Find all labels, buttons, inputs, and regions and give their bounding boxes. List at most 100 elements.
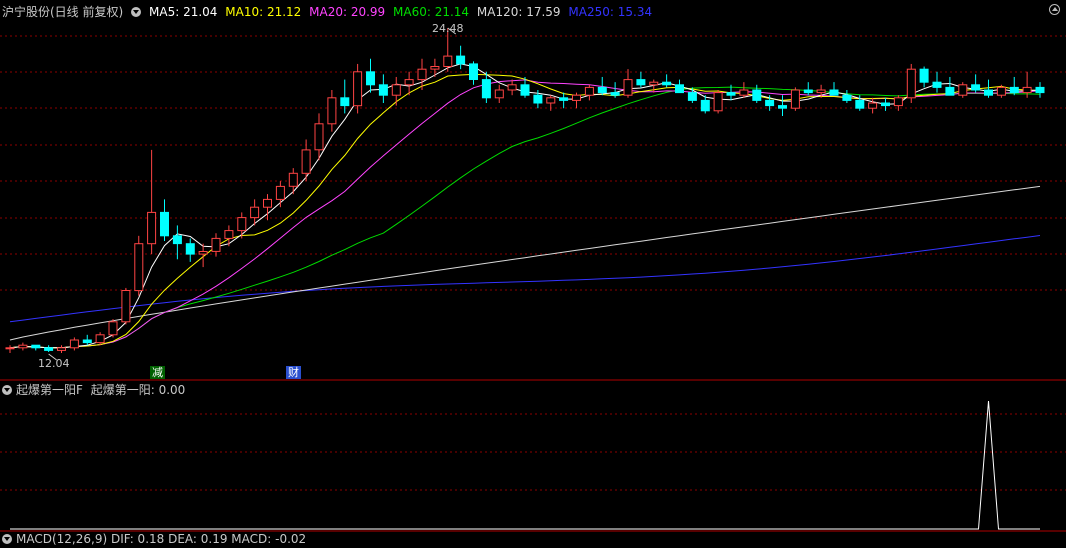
candle-body: [18, 344, 28, 349]
ma250-line: [9, 235, 1041, 323]
event-tag-finance[interactable]: 财: [286, 366, 301, 379]
candle-body: [31, 344, 41, 349]
candle-body: [327, 97, 337, 125]
candle-body: [250, 206, 260, 219]
candle-body: [868, 102, 878, 109]
candle-body: [443, 55, 453, 67]
candle-body: [803, 89, 813, 94]
candle-body: [353, 71, 363, 107]
ma5-label: MA5: 21.04: [149, 5, 218, 19]
collapse-icon[interactable]: [1049, 4, 1060, 15]
candle-body: [636, 79, 646, 86]
candle-body: [984, 89, 993, 96]
candle-body: [95, 334, 105, 344]
candle-body: [546, 97, 556, 104]
ma10-label: MA10: 21.12: [225, 5, 302, 19]
candle-body: [765, 99, 775, 107]
candle-body: [211, 237, 221, 252]
candle-body: [842, 94, 852, 101]
candle-body: [507, 84, 517, 91]
macd-text[interactable]: MACD(12,26,9) DIF: 0.18 DEA: 0.19 MACD: …: [16, 532, 306, 546]
candle-body: [263, 198, 272, 208]
candle-body: [816, 89, 826, 94]
candle-body: [134, 243, 144, 292]
high-price-label: 24.48: [432, 22, 464, 35]
ma250-label: MA250: 15.34: [568, 5, 653, 19]
candle-body: [829, 89, 839, 96]
candle-body: [456, 55, 466, 65]
candle-body: [662, 81, 672, 86]
candle-body: [790, 89, 800, 109]
candle-body: [919, 68, 929, 83]
candle-body: [559, 97, 569, 101]
candle-body: [237, 217, 247, 232]
ma20-label: MA20: 20.99: [309, 5, 386, 19]
candle-body: [481, 79, 491, 99]
event-tag-reduce[interactable]: 减: [150, 366, 165, 379]
candle-body: [971, 84, 981, 91]
candle-body: [623, 79, 633, 96]
candle-body: [958, 84, 968, 96]
chart-canvas[interactable]: [0, 0, 1066, 541]
candle-body: [494, 89, 504, 99]
candle-body: [82, 339, 92, 344]
candle-body: [752, 89, 762, 101]
candle-body: [172, 235, 182, 245]
candle-body: [739, 89, 749, 96]
candle-body: [366, 71, 375, 86]
candle-body: [675, 84, 684, 94]
candle-body: [314, 123, 324, 151]
candle-body: [700, 99, 710, 112]
dropdown-icon[interactable]: [131, 6, 142, 17]
candle-body: [469, 63, 478, 81]
candle-body: [520, 84, 530, 96]
candle-body: [597, 86, 607, 94]
indicator-line: [10, 400, 1040, 530]
candle-body: [378, 84, 388, 96]
candle-body: [906, 68, 916, 99]
candle-body: [1035, 86, 1045, 94]
candle-body: [584, 86, 594, 96]
candle-body: [1009, 86, 1019, 94]
candle-body: [5, 347, 15, 350]
indicator-name[interactable]: 起爆第一阳F: [16, 383, 83, 397]
candle-body: [996, 86, 1006, 96]
candle-body: [198, 251, 208, 255]
candle-body: [275, 185, 285, 200]
candle-body: [57, 347, 66, 351]
candle-body: [301, 149, 311, 174]
candle-body: [713, 92, 723, 112]
indicator-value: 起爆第一阳: 0.00: [90, 383, 186, 397]
candle-body: [726, 92, 736, 96]
candle-body: [533, 94, 543, 104]
candle-body: [778, 105, 787, 109]
candle-body: [572, 94, 581, 101]
candle-body: [932, 81, 942, 88]
candle-body: [893, 97, 903, 107]
candle-body: [945, 86, 955, 96]
candle-body: [69, 339, 79, 349]
candle-body: [404, 79, 414, 86]
dropdown-icon[interactable]: [2, 533, 12, 544]
low-price-label: 12.04: [38, 357, 70, 370]
candle-body: [430, 66, 440, 70]
candle-body: [687, 92, 697, 101]
candle-body: [610, 92, 620, 96]
stock-title[interactable]: 沪宁股份(日线 前复权): [2, 5, 123, 19]
candle-body: [881, 102, 890, 107]
main-legend: 沪宁股份(日线 前复权) MA5: 21.04 MA10: 21.12 MA20…: [2, 3, 656, 21]
candle-body: [147, 211, 157, 245]
candle-body: [160, 211, 169, 237]
ma60-label: MA60: 21.14: [393, 5, 470, 19]
candle-body: [1022, 86, 1032, 94]
candle-body: [121, 290, 131, 323]
candle-body: [224, 230, 234, 239]
candle-body: [855, 99, 865, 109]
indicator-legend: 起爆第一阳F 起爆第一阳: 0.00: [2, 381, 189, 399]
candle-body: [108, 321, 118, 336]
dropdown-icon[interactable]: [2, 384, 12, 395]
candle-body: [44, 347, 54, 351]
candle-body: [288, 172, 298, 187]
macd-legend: MACD(12,26,9) DIF: 0.18 DEA: 0.19 MACD: …: [2, 530, 310, 548]
candle-body: [649, 81, 659, 86]
